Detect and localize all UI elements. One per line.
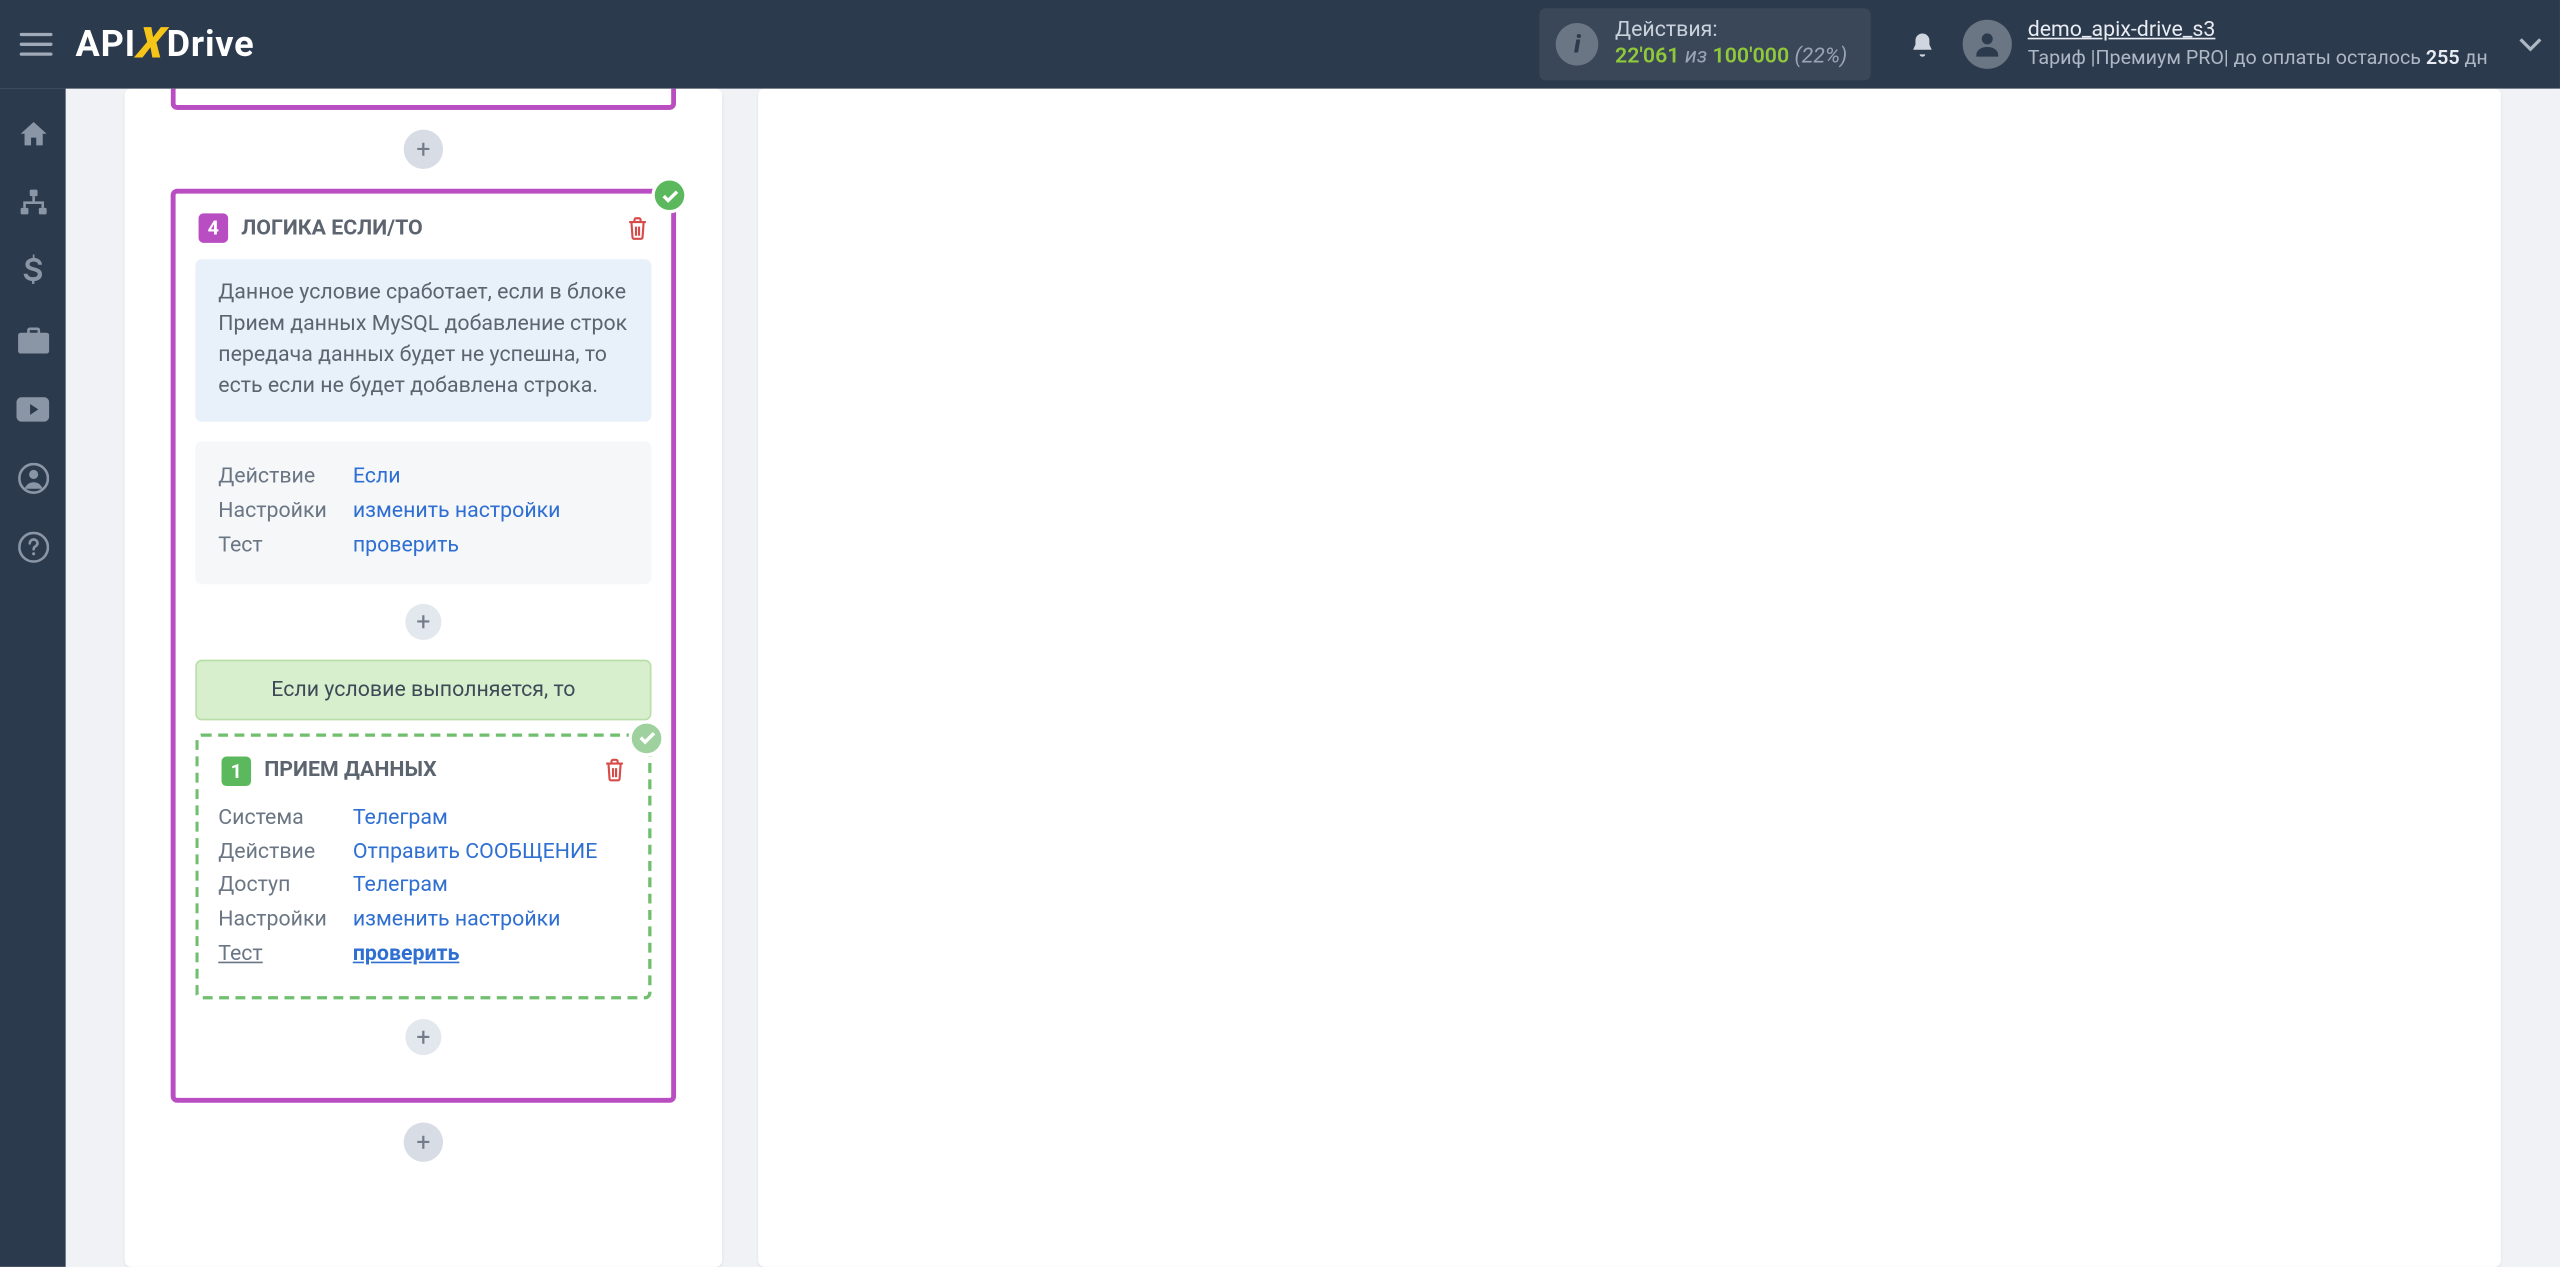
row-settings: Настройки изменить настройки [218,904,628,938]
actions-total: 100'000 [1713,44,1790,69]
header: API X Drive i Действия: 22'061 из 100'00… [0,0,2560,89]
actions-used: 22'061 [1615,44,1679,69]
logo[interactable]: API X Drive [75,0,254,89]
delete-card-button[interactable] [627,216,648,241]
expand-header-button[interactable] [2517,36,2543,52]
settings-link[interactable]: изменить настройки [353,496,561,530]
status-ok-badge [629,720,665,756]
sidebar-briefcase[interactable] [0,305,66,374]
user-menu[interactable]: demo_apix-drive_s3 Тариф |Премиум PRO| д… [1962,19,2488,70]
row-access: Доступ Телеграм [218,870,628,904]
trash-icon [604,759,625,784]
user-text: demo_apix-drive_s3 Тариф |Премиум PRO| д… [2028,19,2488,70]
home-icon [17,117,48,148]
add-inner-step-button[interactable]: + [405,604,441,640]
chevron-down-icon [2517,36,2543,52]
header-right: i Действия: 22'061 из 100'000 (22%) [1540,0,2560,89]
card-header: 1 ПРИЕМ ДАННЫХ [218,756,628,802]
logo-part-drive: Drive [167,24,255,65]
row-action: Действие Отправить СООБЩЕНИЕ [218,836,628,870]
youtube-icon [16,396,49,421]
row-settings: Настройки изменить настройки [218,496,628,530]
condition-description: Данное условие сработает, если в блоке П… [195,259,651,422]
actions-of: из [1685,44,1713,69]
sidebar-billing[interactable] [0,236,66,305]
status-ok-badge [651,177,687,213]
actions-label: Действия: [1615,19,1847,45]
hamburger-icon [20,33,53,56]
sidebar-video[interactable] [0,374,66,443]
system-link[interactable]: Телеграм [353,802,448,836]
row-test: Тест проверить [218,939,628,973]
action-value[interactable]: Если [353,462,401,496]
main-area: + 4 ЛОГИКА ЕСЛИ/ТО Данное условие сработ… [66,89,2560,1267]
logic-settings-box: Действие Если Настройки изменить настрой… [195,442,651,584]
delete-card-button[interactable] [604,759,625,784]
sidebar-home[interactable] [0,98,66,167]
trash-icon [627,216,648,241]
actions-pct: (22%) [1794,44,1847,69]
menu-button[interactable] [0,0,72,89]
card-title: ЛОГИКА ЕСЛИ/ТО [241,216,423,241]
check-icon [638,731,656,746]
sidebar-account[interactable] [0,443,66,512]
sidebar [0,89,66,1267]
step-number-badge: 1 [222,756,252,786]
settings-link[interactable]: изменить настройки [353,904,561,938]
logic-card: 4 ЛОГИКА ЕСЛИ/ТО Данное условие сработае… [171,189,676,1103]
test-link[interactable]: проверить [353,939,460,973]
logo-part-api: API [75,24,136,65]
user-circle-icon [17,462,48,493]
sidebar-help[interactable] [0,512,66,581]
row-test: Тест проверить [218,530,628,564]
add-inner-step-button-2[interactable]: + [405,1019,441,1055]
add-step-button[interactable]: + [404,130,443,169]
condition-true-banner: Если условие выполняется, то [195,659,651,720]
add-step-button-bottom[interactable]: + [404,1122,443,1161]
bell-icon [1909,29,1937,60]
action-link[interactable]: Отправить СООБЩЕНИЕ [353,836,598,870]
briefcase-icon [17,326,48,354]
user-name: demo_apix-drive_s3 [2028,19,2488,46]
card-title: ПРИЕМ ДАННЫХ [264,759,437,784]
row-action: Действие Если [218,462,628,496]
access-link[interactable]: Телеграм [353,870,448,904]
avatar [1962,20,2011,69]
user-icon [1970,28,2003,61]
row-system: Система Телеграм [218,802,628,836]
test-link[interactable]: проверить [353,530,459,564]
info-icon: i [1556,23,1599,66]
nested-receive-card: 1 ПРИЕМ ДАННЫХ Система Телеграм Действие [195,733,651,999]
question-icon [17,531,48,562]
user-tariff: Тариф |Премиум PRO| до оплаты осталось 2… [2028,45,2488,70]
logo-part-x: X [134,20,168,69]
check-icon [661,188,679,203]
actions-usage-box[interactable]: i Действия: 22'061 из 100'000 (22%) [1540,9,1871,80]
sidebar-connections[interactable] [0,167,66,236]
flow-panel: + 4 ЛОГИКА ЕСЛИ/ТО Данное условие сработ… [125,89,722,1267]
sitemap-icon [17,186,48,217]
notifications-button[interactable] [1890,29,1956,60]
actions-text: Действия: 22'061 из 100'000 (22%) [1615,19,1847,70]
dollar-icon [23,254,43,287]
step-number-badge: 4 [199,213,229,243]
content-panel [758,89,2501,1267]
previous-card-stub [171,89,676,110]
card-header: 4 ЛОГИКА ЕСЛИ/ТО [195,213,651,259]
